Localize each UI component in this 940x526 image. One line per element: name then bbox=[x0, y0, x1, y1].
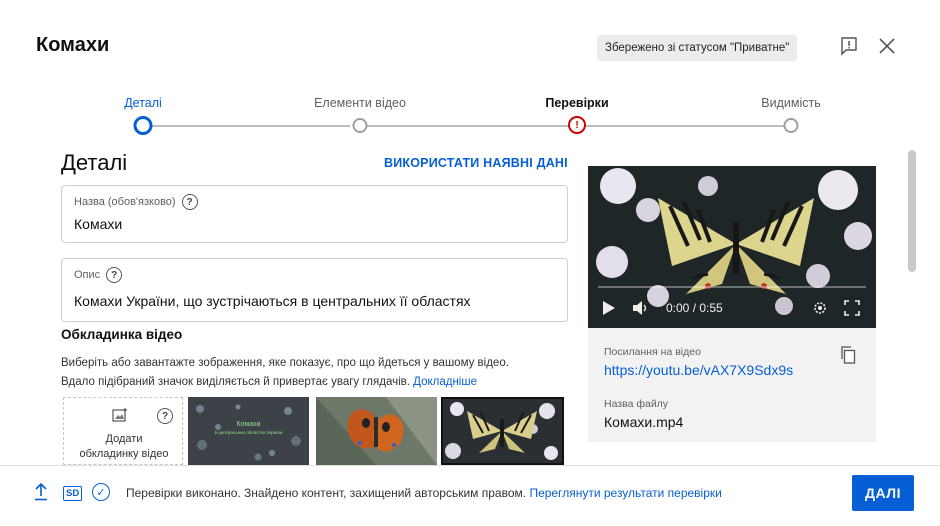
sd-quality-badge[interactable]: SD bbox=[63, 486, 83, 501]
video-preview-card: 0:00 / 0:55 Посилання на відео https://y… bbox=[588, 166, 876, 442]
upload-dialog: Комахи Збережено зі статусом "Приватне" … bbox=[0, 0, 940, 526]
title-field-label: Назва (обов'язково) ? bbox=[74, 194, 198, 210]
file-name: Комахи.mp4 bbox=[604, 414, 684, 430]
upload-stepper: Деталі Елементи відео Перевірки Видиміст… bbox=[0, 86, 940, 136]
volume-icon[interactable] bbox=[632, 300, 650, 316]
description-input[interactable]: Комахи України, що зустрічаються в центр… bbox=[74, 293, 471, 309]
video-progress-bar[interactable] bbox=[598, 286, 866, 288]
description-field-label: Опис ? bbox=[74, 267, 123, 283]
butterfly-thumbnail-image bbox=[316, 397, 437, 465]
title-label-text: Назва (обов'язково) bbox=[74, 196, 176, 208]
step-connector bbox=[151, 125, 350, 127]
step-details-label[interactable]: Деталі bbox=[124, 96, 162, 110]
dialog-title: Комахи bbox=[36, 34, 110, 56]
upload-label-line1: Додати bbox=[105, 433, 143, 445]
swallowtail-thumbnail-image bbox=[443, 399, 562, 463]
step-connector bbox=[586, 125, 784, 127]
dialog-scrollbar[interactable] bbox=[908, 150, 916, 272]
play-icon[interactable] bbox=[602, 300, 616, 316]
step-details-dot[interactable] bbox=[133, 116, 153, 135]
upload-label-line2: обкладинку відео bbox=[79, 448, 169, 460]
video-link-label: Посилання на відео bbox=[604, 346, 701, 358]
step-visibility-label[interactable]: Видимість bbox=[761, 96, 820, 110]
title-input[interactable]: Комахи bbox=[74, 216, 122, 232]
upload-icon[interactable] bbox=[34, 483, 48, 501]
upload-thumbnail-button[interactable]: ? Додати обкладинку відео bbox=[63, 397, 183, 465]
view-check-results-link[interactable]: Переглянути результати перевірки bbox=[529, 486, 721, 500]
title-field[interactable]: Назва (обов'язково) ? Комахи bbox=[61, 185, 568, 243]
description-label-text: Опис bbox=[74, 269, 101, 281]
copy-icon[interactable] bbox=[840, 346, 856, 364]
thumbnail-heading: Обкладинка відео bbox=[61, 327, 183, 342]
auto-thumbnail-1[interactable]: Комахи в центральних областях України bbox=[188, 397, 309, 465]
checks-status-text: Перевірки виконано. Знайдено контент, за… bbox=[126, 486, 527, 500]
step-video-elements-dot[interactable] bbox=[352, 118, 368, 133]
fullscreen-icon[interactable] bbox=[844, 300, 860, 316]
checks-status: Перевірки виконано. Знайдено контент, за… bbox=[126, 486, 722, 500]
upload-thumbnail-label: Додати обкладинку відео bbox=[64, 432, 182, 462]
step-checks-label[interactable]: Перевірки bbox=[545, 96, 608, 110]
close-icon[interactable] bbox=[874, 33, 900, 59]
video-player[interactable]: 0:00 / 0:55 bbox=[588, 166, 876, 328]
help-icon[interactable]: ? bbox=[181, 194, 198, 210]
help-icon[interactable]: ? bbox=[106, 267, 123, 283]
add-image-icon bbox=[112, 408, 127, 422]
thumbnail-desc-line2: Вдало підібраний значок виділяється й пр… bbox=[61, 373, 581, 392]
step-connector bbox=[367, 125, 570, 127]
step-visibility-dot[interactable] bbox=[783, 118, 799, 133]
thumbnail-description: Виберіть або завантажте зображення, яке … bbox=[61, 354, 581, 392]
learn-more-link[interactable]: Докладніше bbox=[413, 376, 477, 388]
video-time: 0:00 / 0:55 bbox=[666, 301, 723, 315]
file-name-label: Назва файлу bbox=[604, 398, 669, 410]
video-link[interactable]: https://youtu.be/vAX7X9Sdx9s bbox=[604, 362, 793, 378]
checks-complete-icon[interactable]: ✓ bbox=[92, 483, 110, 501]
thumbnail-desc-text: Вдало підібраний значок виділяється й пр… bbox=[61, 376, 410, 388]
details-heading: Деталі bbox=[61, 150, 128, 175]
thumbnail-subtitle-text: в центральних областях України bbox=[214, 430, 283, 435]
save-status-badge: Збережено зі статусом "Приватне" bbox=[597, 35, 798, 61]
auto-thumbnail-2[interactable] bbox=[316, 397, 437, 465]
thumbnail-desc-line1: Виберіть або завантажте зображення, яке … bbox=[61, 357, 509, 369]
dialog-header: Комахи Збережено зі статусом "Приватне" bbox=[0, 0, 940, 86]
description-field[interactable]: Опис ? Комахи України, що зустрічаються … bbox=[61, 258, 568, 322]
help-icon[interactable]: ? bbox=[157, 408, 173, 424]
auto-thumbnail-3-selected[interactable] bbox=[441, 397, 564, 465]
step-checks-error-icon[interactable]: ! bbox=[568, 116, 586, 134]
reuse-details-link[interactable]: ВИКОРИСТАТИ НАЯВНІ ДАНІ bbox=[384, 156, 568, 170]
thumbnail-title-text: Комахи bbox=[236, 421, 261, 428]
step-video-elements-label[interactable]: Елементи відео bbox=[314, 96, 406, 110]
feedback-icon[interactable] bbox=[836, 33, 862, 59]
next-button[interactable]: ДАЛІ bbox=[852, 475, 914, 511]
settings-gear-icon[interactable] bbox=[812, 300, 828, 316]
dialog-footer: SD ✓ Перевірки виконано. Знайдено контен… bbox=[0, 465, 940, 526]
